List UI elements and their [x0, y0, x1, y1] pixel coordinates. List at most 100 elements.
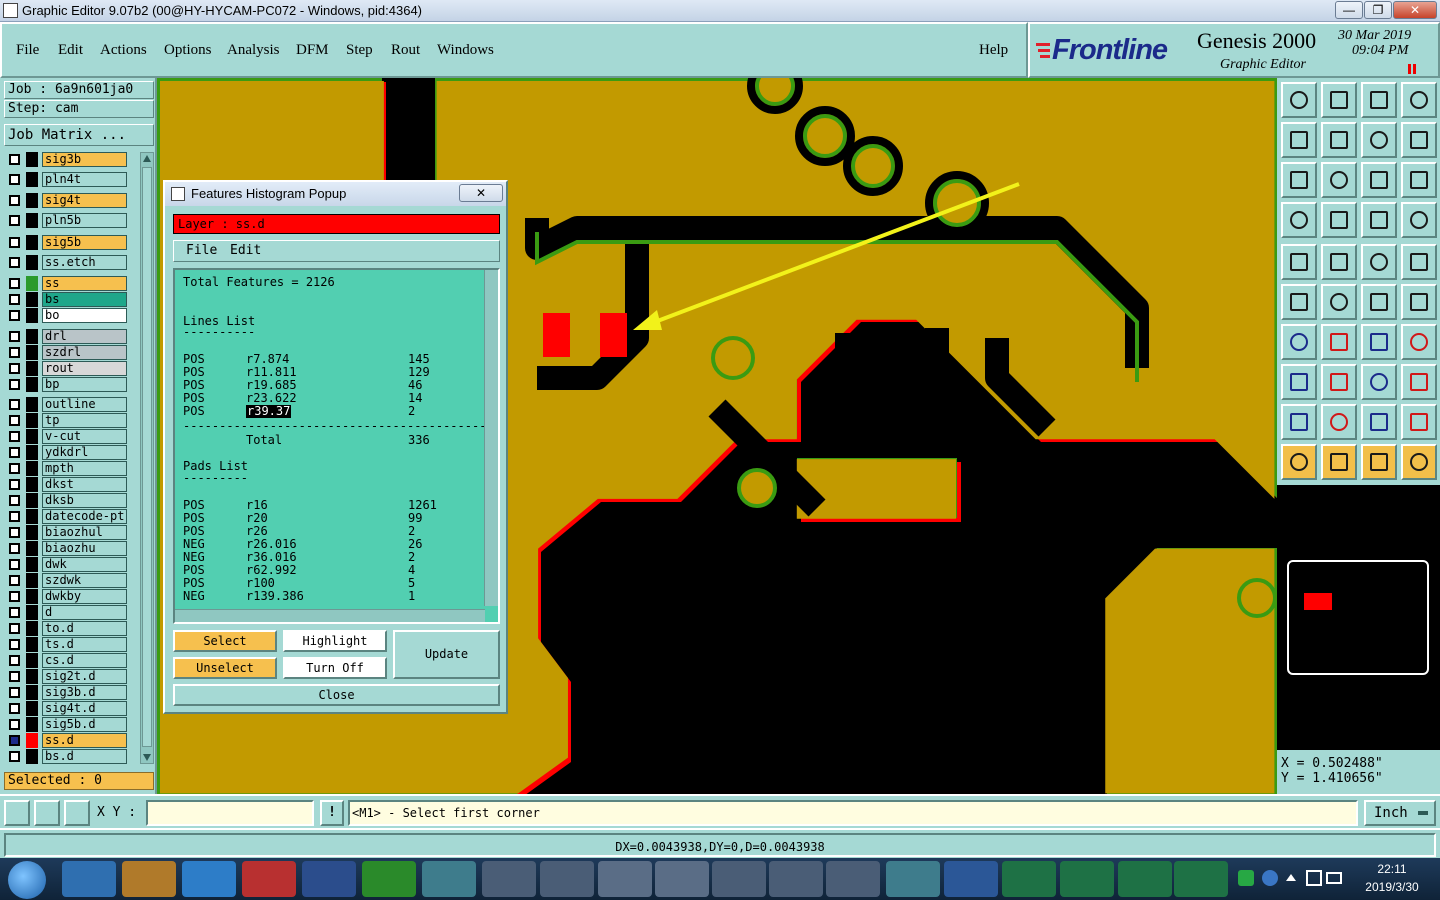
layer-color-swatch[interactable] — [26, 276, 38, 291]
layer-name[interactable]: dkst — [42, 477, 127, 492]
menu-file[interactable]: File — [16, 42, 39, 59]
pointer-circle-icon[interactable] — [1361, 444, 1397, 480]
layer-checkbox[interactable] — [9, 751, 20, 762]
layer-color-swatch[interactable] — [26, 461, 38, 476]
layer-row[interactable]: ss.d — [4, 733, 140, 748]
layer-list-scrollbar[interactable] — [140, 152, 154, 764]
help-tray-icon[interactable] — [1262, 870, 1278, 886]
layer-name[interactable]: sig4t — [42, 193, 127, 208]
record-icon[interactable] — [1281, 244, 1317, 280]
layer-color-swatch[interactable] — [26, 172, 38, 187]
taskbar-app-icon[interactable] — [242, 861, 296, 897]
taskbar-app-icon[interactable] — [886, 861, 940, 897]
layer-checkbox[interactable] — [9, 237, 20, 248]
menu-edit[interactable]: Edit — [58, 42, 83, 59]
layer-checkbox[interactable] — [9, 415, 20, 426]
layer-color-swatch[interactable] — [26, 413, 38, 428]
help-icon[interactable] — [1401, 162, 1437, 198]
layer-name[interactable]: drl — [42, 329, 127, 344]
layer-row[interactable]: v-cut — [4, 429, 140, 444]
layer-row[interactable]: dkst — [4, 477, 140, 492]
layer-name[interactable]: biaozhu — [42, 541, 127, 556]
undo-icon[interactable] — [1361, 324, 1397, 360]
layer-row[interactable]: bs.d — [4, 749, 140, 764]
pause-icon[interactable] — [1408, 64, 1417, 74]
layer-name[interactable]: outline — [42, 397, 127, 412]
layer-row[interactable]: sig2t.d — [4, 669, 140, 684]
config-icon[interactable] — [1281, 202, 1317, 238]
layer-row[interactable]: biaozhul — [4, 525, 140, 540]
maximize-button[interactable]: ❐ — [1364, 1, 1392, 19]
taskbar-window-icon[interactable] — [769, 861, 823, 897]
layer-name[interactable]: ss — [42, 276, 127, 291]
taskbar-window-icon[interactable] — [540, 861, 594, 897]
taskbar-window-icon[interactable] — [712, 861, 766, 897]
menu-step[interactable]: Step — [346, 42, 373, 59]
layer-color-swatch[interactable] — [26, 717, 38, 732]
add-pad-icon[interactable] — [1281, 364, 1317, 400]
menu-actions[interactable]: Actions — [100, 42, 147, 59]
layer-checkbox[interactable] — [9, 575, 20, 586]
zoom-fit-icon[interactable] — [4, 800, 30, 826]
layer-name[interactable]: ydkdrl — [42, 445, 127, 460]
export-icon[interactable] — [1321, 122, 1357, 158]
grid-icon[interactable] — [64, 800, 90, 826]
layer-row[interactable]: sig4t.d — [4, 701, 140, 716]
layer-row[interactable]: dwk — [4, 557, 140, 572]
layer-name[interactable]: cs.d — [42, 653, 127, 668]
layer-row[interactable]: outline — [4, 397, 140, 412]
layer-checkbox[interactable] — [9, 495, 20, 506]
layer-row[interactable]: szdrl — [4, 345, 140, 360]
layer-row[interactable]: dwkby — [4, 589, 140, 604]
popup-title[interactable]: Features Histogram Popup — [165, 182, 506, 206]
layer-row[interactable]: bs — [4, 292, 140, 307]
layer-color-swatch[interactable] — [26, 255, 38, 270]
layer-color-swatch[interactable] — [26, 509, 38, 524]
menu-rout[interactable]: Rout — [391, 42, 420, 59]
clock-time[interactable]: 22:11 — [1362, 862, 1422, 876]
window-icon[interactable] — [1401, 82, 1437, 118]
menu-help[interactable]: Help — [979, 42, 1008, 59]
layer-checkbox[interactable] — [9, 310, 20, 321]
snap-icon[interactable] — [1361, 202, 1397, 238]
layer-name[interactable]: datecode-pt — [42, 509, 127, 524]
menu-options[interactable]: Options — [164, 42, 212, 59]
layer-color-swatch[interactable] — [26, 329, 38, 344]
layer-color-swatch[interactable] — [26, 733, 38, 748]
layer-color-swatch[interactable] — [26, 653, 38, 668]
layer-checkbox[interactable] — [9, 607, 20, 618]
viewport-marker[interactable] — [1304, 593, 1332, 610]
layer-row[interactable]: biaozhu — [4, 541, 140, 556]
layer-checkbox[interactable] — [9, 379, 20, 390]
taskbar-excel-icon[interactable] — [1060, 861, 1114, 897]
layer-name[interactable]: bs.d — [42, 749, 127, 764]
layer-name[interactable]: v-cut — [42, 429, 127, 444]
tray-icon[interactable] — [1238, 870, 1254, 886]
units-select[interactable]: Inch — [1364, 800, 1436, 826]
layer-name[interactable]: sig5b — [42, 235, 127, 250]
layer-row[interactable]: cs.d — [4, 653, 140, 668]
layer-checkbox[interactable] — [9, 479, 20, 490]
layers-icon[interactable] — [1401, 122, 1437, 158]
layer-name[interactable]: pln4t — [42, 172, 127, 187]
layer-color-swatch[interactable] — [26, 361, 38, 376]
layer-name[interactable]: szdrl — [42, 345, 127, 360]
arc-icon[interactable] — [1281, 404, 1317, 440]
layer-name[interactable]: to.d — [42, 621, 127, 636]
layer-color-swatch[interactable] — [26, 573, 38, 588]
layer-checkbox[interactable] — [9, 671, 20, 682]
layer-row[interactable]: tp — [4, 413, 140, 428]
line-icon[interactable] — [1281, 324, 1317, 360]
alert-icon[interactable]: ! — [320, 800, 344, 826]
arc-red-icon[interactable] — [1361, 404, 1397, 440]
layer-row[interactable]: sig5b.d — [4, 717, 140, 732]
layer-name[interactable]: mpth — [42, 461, 127, 476]
selected-feature[interactable] — [600, 313, 627, 357]
layer-color-swatch[interactable] — [26, 749, 38, 764]
layer-color-swatch[interactable] — [26, 445, 38, 460]
taskbar-app-icon[interactable] — [62, 861, 116, 897]
layer-name[interactable]: sig3b.d — [42, 685, 127, 700]
taskbar-app-icon[interactable] — [122, 861, 176, 897]
layer-name[interactable]: tp — [42, 413, 127, 428]
popup-close-icon[interactable]: ✕ — [459, 184, 503, 202]
